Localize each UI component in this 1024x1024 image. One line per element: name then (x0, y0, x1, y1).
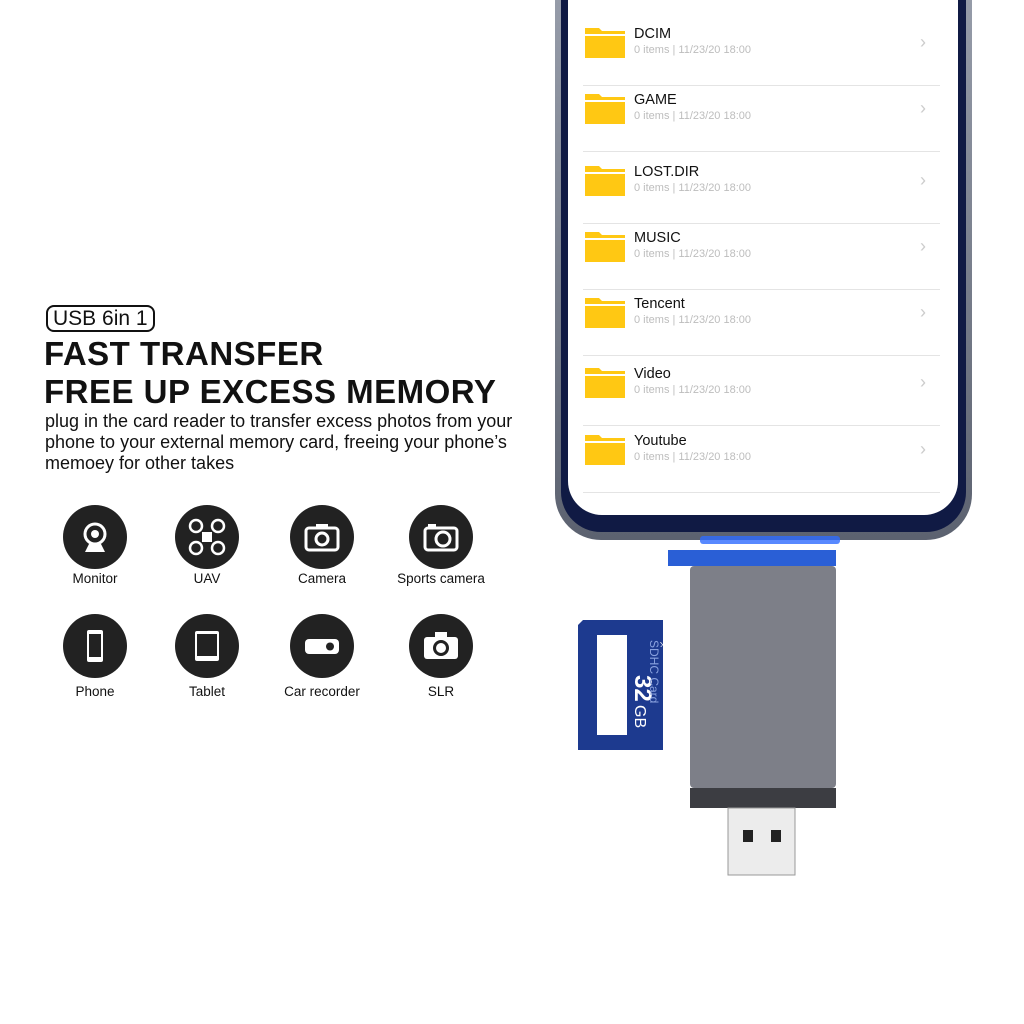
device-label: SLR (427, 684, 455, 699)
device-label: Car recorder (284, 684, 360, 699)
folder-meta: 0 items | 11/23/20 18:00 (634, 384, 752, 396)
tablet-icon (175, 614, 239, 678)
device-label: Phone (75, 684, 115, 699)
folder-name: DCIM (634, 26, 672, 42)
subheadline: FREE UP EXCESS MEMORY (44, 373, 497, 410)
folder-meta: 0 items | 11/23/20 18:00 (634, 314, 752, 326)
drone-icon (175, 505, 239, 569)
chevron-right-icon: › (920, 170, 926, 190)
card-reader-illustration: 32 GB SDHC Card LOCK (578, 536, 840, 876)
device-label: Tablet (188, 684, 226, 699)
folder-meta: 0 items | 11/23/20 18:00 (634, 451, 752, 463)
phone: DCIM 0 items | 11/23/20 18:00 › GAME 0 i… (555, 0, 972, 540)
chevron-right-icon: › (920, 302, 926, 322)
folder-name: MUSIC (634, 230, 681, 246)
folder-meta: 0 items | 11/23/20 18:00 (634, 44, 752, 56)
chevron-right-icon: › (920, 32, 926, 52)
sd-lock-label: LOCK (660, 640, 679, 647)
chevron-right-icon: › (920, 98, 926, 118)
device-label: UAV (193, 571, 221, 586)
folder-meta: 0 items | 11/23/20 18:00 (634, 248, 752, 260)
folder-meta: 0 items | 11/23/20 18:00 (634, 182, 752, 194)
phone-icon (63, 614, 127, 678)
chevron-right-icon: › (920, 439, 926, 459)
folder-name: LOST.DIR (634, 164, 700, 180)
folder-name: GAME (634, 92, 677, 108)
folder-row[interactable]: DCIM 0 items | 11/23/20 18:00 › (583, 26, 940, 86)
folder-icon (585, 298, 625, 328)
sd-unit: GB (631, 705, 648, 728)
folder-row[interactable]: Youtube 0 items | 11/23/20 18:00 › (583, 433, 940, 493)
camera-icon (290, 505, 354, 569)
slr-camera-icon (409, 614, 473, 678)
action-camera-icon (409, 505, 473, 569)
chevron-right-icon: › (920, 372, 926, 392)
folder-icon (585, 94, 625, 124)
folder-row[interactable]: Tencent 0 items | 11/23/20 18:00 › (583, 296, 940, 356)
description: plug in the card reader to transfer exce… (45, 411, 513, 473)
product-badge: USB 6in 1 (46, 305, 155, 332)
folder-name: Video (634, 366, 671, 382)
chevron-right-icon: › (920, 236, 926, 256)
file-list: DCIM 0 items | 11/23/20 18:00 › GAME 0 i… (568, 0, 958, 515)
folder-icon (585, 28, 625, 58)
folder-meta: 0 items | 11/23/20 18:00 (634, 110, 752, 122)
dashcam-icon (290, 614, 354, 678)
folder-row[interactable]: Video 0 items | 11/23/20 18:00 › (583, 366, 940, 426)
folder-row[interactable]: GAME 0 items | 11/23/20 18:00 › (583, 92, 940, 152)
folder-icon (585, 232, 625, 262)
headline: FAST TRANSFER (44, 335, 324, 372)
webcam-icon (63, 505, 127, 569)
folder-icon (585, 435, 625, 465)
folder-row[interactable]: LOST.DIR 0 items | 11/23/20 18:00 › (583, 164, 940, 224)
folder-row[interactable]: MUSIC 0 items | 11/23/20 18:00 › (583, 230, 940, 290)
device-label: Monitor (72, 571, 118, 586)
device-label: Sports camera (397, 571, 485, 586)
device-label: Camera (297, 571, 346, 586)
folder-name: Youtube (634, 433, 687, 449)
folder-icon (585, 166, 625, 196)
sd-card: 32 GB SDHC Card LOCK (578, 620, 679, 750)
folder-name: Tencent (634, 296, 685, 312)
sd-brand: SDHC Card (647, 640, 661, 703)
folder-icon (585, 368, 625, 398)
